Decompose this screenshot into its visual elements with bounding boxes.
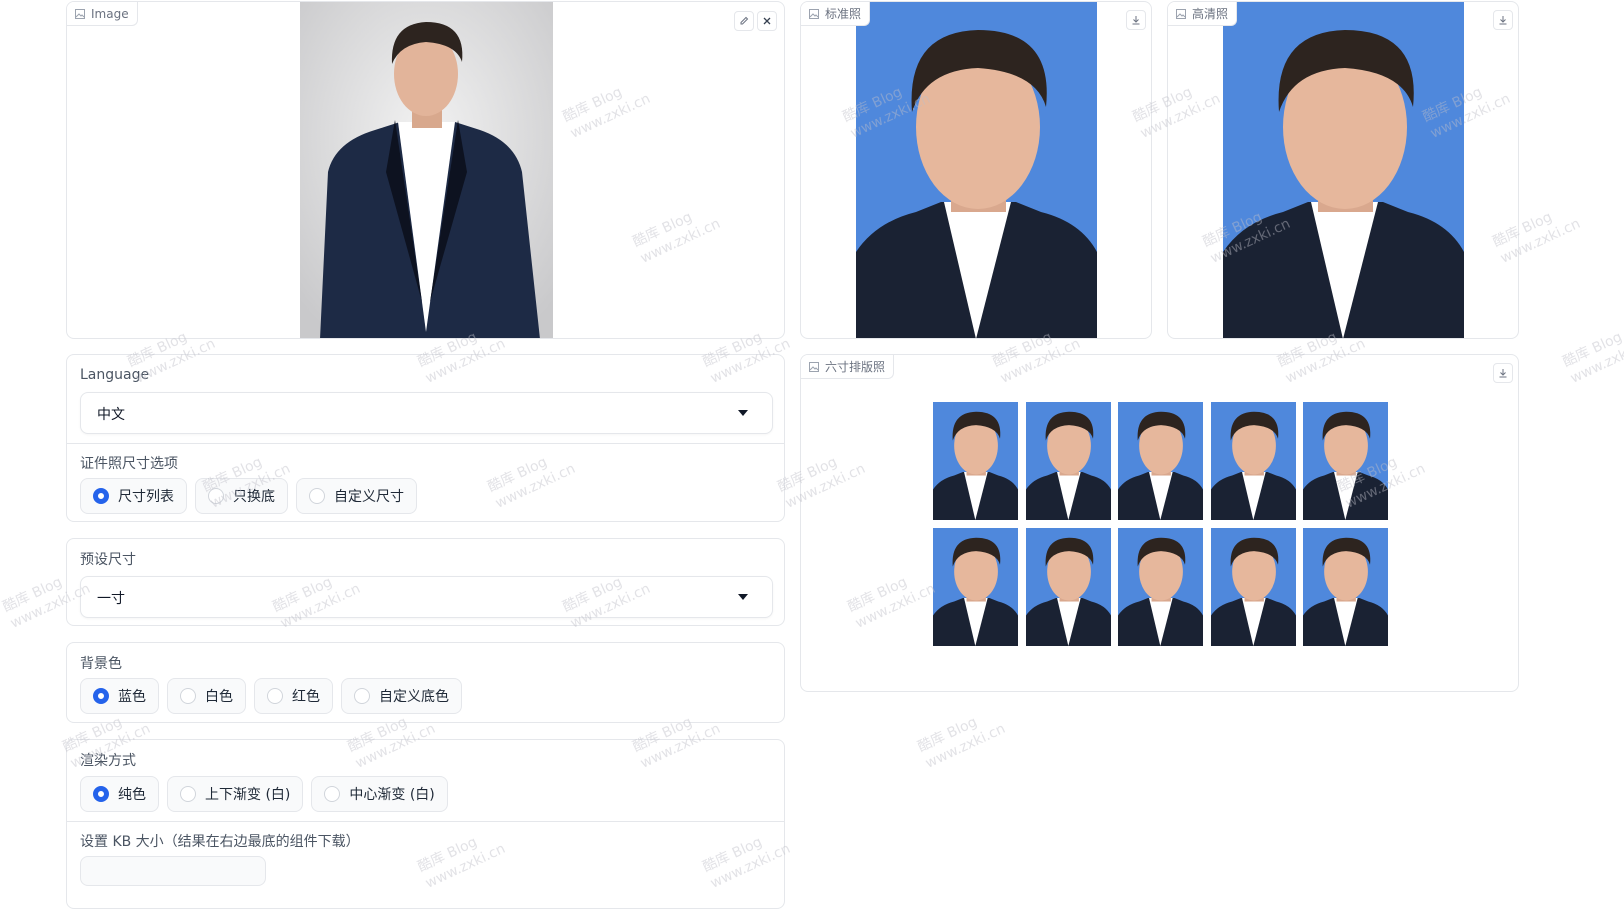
radio-dot-icon [93, 488, 109, 504]
background-red[interactable]: 红色 [254, 678, 333, 714]
layout-thumbnail [1303, 402, 1388, 520]
layout-thumbnail [1118, 402, 1203, 520]
render-center-gradient[interactable]: 中心渐变 (白) [311, 776, 448, 812]
layout-thumbnail [1025, 402, 1111, 520]
render-label: 渲染方式 [80, 753, 136, 769]
radio-dot-icon [180, 786, 196, 802]
layout-photo-panel: 六寸排版照 [800, 354, 1519, 692]
watermark: 酷库 Blog www.zxki.cn [915, 714, 1008, 772]
standard-photo-image [856, 2, 1097, 338]
radio-dot-icon [93, 786, 109, 802]
radio-dot-icon [208, 488, 224, 504]
size-option-label: 证件照尺寸选项 [80, 456, 178, 472]
background-white[interactable]: 白色 [167, 678, 246, 714]
hd-photo-label: 高清照 [1192, 7, 1229, 21]
background-label: 背景色 [80, 656, 122, 672]
size-option-bg-only[interactable]: 只换底 [195, 478, 288, 514]
download-icon [1499, 369, 1507, 378]
layout-thumbnail [1025, 528, 1111, 646]
radio-dot-icon [93, 688, 109, 704]
kb-size-label: 设置 KB 大小（结果在右边最底的组件下载） [80, 834, 360, 850]
background-option-group: 蓝色 白色 红色 自定义底色 [80, 678, 462, 714]
chevron-down-icon [738, 410, 748, 416]
standard-photo-panel: 标准照 [800, 1, 1152, 339]
download-icon [1499, 16, 1507, 25]
input-image-label: Image [91, 6, 129, 21]
preset-size-select[interactable]: 一寸 [80, 576, 773, 618]
hd-photo-panel: 高清照 [1167, 1, 1519, 339]
render-solid[interactable]: 纯色 [80, 776, 159, 812]
clear-image-button[interactable] [757, 11, 777, 31]
layout-thumbnail [933, 528, 1018, 646]
background-custom[interactable]: 自定义底色 [341, 678, 462, 714]
layout-photo-grid [933, 402, 1388, 647]
close-icon [763, 17, 771, 25]
download-hd-button[interactable] [1493, 10, 1513, 30]
edit-icon [740, 16, 749, 25]
background-blue[interactable]: 蓝色 [80, 678, 159, 714]
layout-thumbnail [1210, 402, 1296, 520]
hd-photo-tag: 高清照 [1168, 2, 1238, 26]
preset-size-group: 预设尺寸 一寸 [66, 538, 785, 626]
uploaded-portrait [300, 2, 553, 338]
radio-dot-icon [267, 688, 283, 704]
chevron-down-icon [738, 594, 748, 600]
preset-size-value: 一寸 [97, 591, 125, 607]
layout-thumbnail [1118, 528, 1203, 646]
input-image-panel[interactable]: Image [66, 1, 785, 339]
kb-size-control[interactable] [80, 856, 266, 886]
layout-photo-tag: 六寸排版照 [801, 355, 895, 379]
watermark: 酷库 Blog www.zxki.cn [1560, 329, 1624, 387]
size-option-list[interactable]: 尺寸列表 [80, 478, 187, 514]
language-value: 中文 [97, 407, 125, 423]
preset-size-label: 预设尺寸 [80, 552, 136, 568]
edit-button[interactable] [734, 11, 754, 31]
size-option-group: 尺寸列表 只换底 自定义尺寸 [80, 478, 417, 514]
radio-dot-icon [324, 786, 341, 802]
radio-dot-icon [354, 688, 370, 704]
download-standard-button[interactable] [1126, 10, 1146, 30]
background-color-group: 背景色 蓝色 白色 红色 自定义底色 [66, 642, 785, 723]
layout-thumbnail [1303, 528, 1388, 646]
input-image-tag: Image [67, 2, 138, 26]
size-option-custom[interactable]: 自定义尺寸 [296, 478, 417, 514]
render-vertical-gradient[interactable]: 上下渐变 (白) [167, 776, 304, 812]
hd-photo-image [1223, 2, 1464, 338]
radio-dot-icon [180, 688, 196, 704]
render-option-group: 纯色 上下渐变 (白) 中心渐变 (白) [80, 776, 448, 812]
layout-thumbnail [1210, 528, 1296, 646]
standard-photo-label: 标准照 [825, 7, 862, 21]
image-icon [1176, 8, 1186, 19]
language-size-group: Language 中文 证件照尺寸选项 尺寸列表 只换底 自定义尺寸 [66, 354, 785, 522]
download-icon [1132, 16, 1140, 25]
standard-photo-tag: 标准照 [801, 2, 871, 26]
language-select[interactable]: 中文 [80, 392, 773, 434]
download-layout-button[interactable] [1493, 363, 1513, 383]
image-icon [75, 8, 85, 19]
layout-photo-label: 六寸排版照 [825, 360, 886, 374]
layout-thumbnail [933, 402, 1018, 520]
radio-dot-icon [309, 488, 325, 504]
language-label: Language [80, 367, 150, 383]
image-icon [809, 361, 819, 372]
image-icon [809, 8, 819, 19]
render-group: 渲染方式 纯色 上下渐变 (白) 中心渐变 (白) 设置 KB 大小（结果在右边… [66, 739, 785, 909]
